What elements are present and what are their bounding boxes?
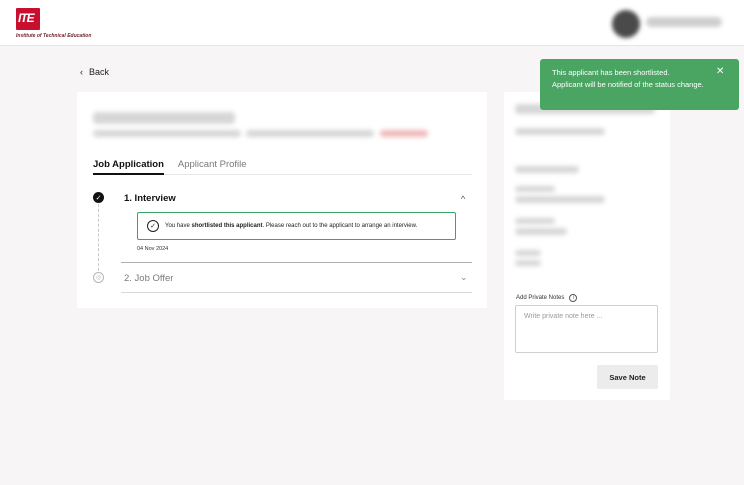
logo-text: Institute of Technical Education — [16, 33, 92, 39]
shortlisted-toast: This applicant has been shortlisted. App… — [540, 59, 739, 110]
chevron-down-icon[interactable]: ⌄ — [460, 272, 468, 283]
check-circle-icon: ✓ — [147, 220, 159, 232]
divider — [121, 262, 472, 263]
tab-job-application[interactable]: Job Application — [93, 155, 164, 175]
chevron-left-icon: ‹ — [80, 67, 83, 77]
summary-redacted-7 — [515, 228, 567, 235]
avatar[interactable] — [612, 10, 640, 38]
back-link[interactable]: ‹ Back — [80, 67, 109, 77]
summary-redacted-3 — [515, 166, 579, 173]
application-tabs: Job Application Applicant Profile — [93, 155, 472, 175]
top-bar: ITE Institute of Technical Education — [0, 0, 744, 46]
shortlist-notice: ✓ You have shortlisted this applicant. P… — [137, 212, 456, 240]
tab-applicant-profile[interactable]: Applicant Profile — [178, 155, 247, 175]
private-notes-label: Add Private Notes i — [516, 294, 578, 302]
save-note-button[interactable]: Save Note — [597, 365, 658, 389]
shortlist-notice-text: You have shortlisted this applicant. Ple… — [165, 223, 418, 229]
private-note-input[interactable] — [515, 305, 658, 353]
step-connector — [98, 204, 99, 271]
ite-logo-icon[interactable]: ITE — [16, 8, 40, 30]
summary-redacted-9 — [515, 260, 541, 266]
summary-redacted-4 — [515, 186, 555, 192]
user-name-redacted[interactable] — [646, 17, 722, 27]
logo-mark-text: ITE — [18, 11, 35, 25]
applicant-status-redacted — [380, 130, 428, 137]
applicant-detail-redacted — [93, 130, 241, 137]
summary-redacted-8 — [515, 250, 541, 256]
step-interview-title[interactable]: 1. Interview — [124, 193, 176, 204]
applicant-detail-redacted-2 — [246, 130, 374, 137]
summary-redacted-6 — [515, 218, 555, 224]
step-pending-icon: ◎ — [93, 272, 104, 283]
divider — [121, 292, 472, 293]
toast-message: This applicant has been shortlisted. App… — [552, 68, 704, 89]
step-job-offer-title[interactable]: 2. Job Offer — [124, 273, 173, 284]
back-label: Back — [89, 67, 110, 77]
info-icon[interactable]: i — [569, 294, 578, 302]
applicant-summary-card — [504, 92, 670, 400]
close-icon[interactable]: ✕ — [716, 66, 724, 77]
summary-redacted-2 — [515, 128, 605, 135]
summary-redacted-5 — [515, 196, 605, 203]
applicant-name-redacted — [93, 112, 235, 124]
step-date: 04 Nov 2024 — [137, 246, 169, 252]
step-complete-icon: ✓ — [93, 192, 104, 203]
chevron-up-icon[interactable]: ^ — [461, 194, 465, 204]
